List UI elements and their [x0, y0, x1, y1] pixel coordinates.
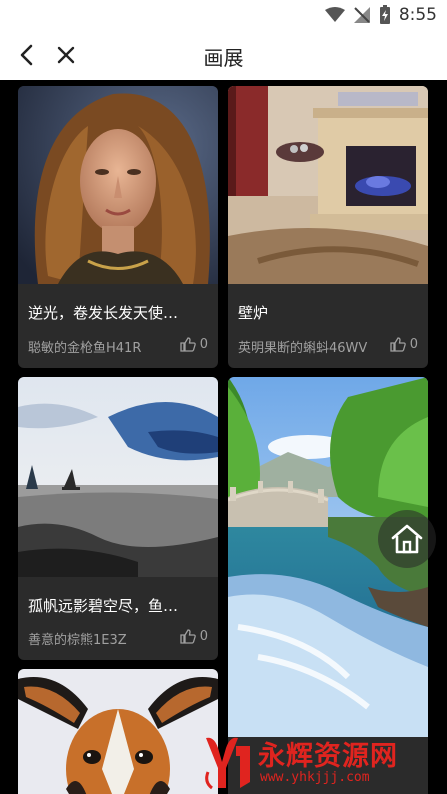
artwork-author: 英明果断的蝌蚪46WV [238, 341, 368, 356]
thumbs-up-icon [180, 629, 196, 644]
thumbs-up-icon [180, 337, 196, 352]
status-icons: 8:55 [324, 4, 437, 26]
like-count: 0 [199, 629, 208, 644]
artwork-image-portrait[interactable] [18, 86, 218, 284]
like-button[interactable]: 0 [390, 337, 418, 352]
artwork-title: 壁炉 [238, 304, 269, 322]
app-header: 画展 [0, 30, 447, 80]
artwork-author: 聪敏的金枪鱼H41R [28, 341, 142, 356]
wifi-icon [324, 7, 345, 22]
artwork-image-deer[interactable] [18, 669, 218, 794]
artwork-card-5[interactable] [18, 669, 218, 794]
thumbs-up-icon [390, 337, 406, 352]
watermark-logo-icon [205, 737, 250, 790]
no-signal-icon [353, 7, 370, 23]
status-time: 8:55 [398, 5, 437, 25]
home-button[interactable] [378, 510, 436, 568]
artwork-card-2[interactable]: 壁炉 英明果断的蝌蚪46WV 0 [228, 86, 428, 368]
gallery-grid[interactable]: 逆光，卷发长发天使… 聪敏的金枪鱼H41R 0 壁炉 英明果断的蝌蚪46WV 0… [0, 80, 447, 794]
like-button[interactable]: 0 [180, 337, 208, 352]
artwork-title: 孤帆远影碧空尽，鱼… [28, 597, 179, 615]
artwork-title: 逆光，卷发长发天使… [28, 304, 179, 322]
home-icon [391, 524, 423, 554]
watermark-brand: 永辉资源网 [258, 741, 398, 772]
artwork-card-3[interactable]: 孤帆远影碧空尽，鱼… 善意的棕熊1E3Z 0 [18, 377, 218, 660]
status-bar: 8:55 [0, 0, 447, 30]
like-count: 0 [199, 337, 208, 352]
artwork-card-1[interactable]: 逆光，卷发长发天使… 聪敏的金枪鱼H41R 0 [18, 86, 218, 368]
artwork-image-sailboats[interactable] [18, 377, 218, 577]
watermark-url: www.yhkjjj.com [260, 770, 370, 785]
like-button[interactable]: 0 [180, 629, 208, 644]
like-count: 0 [409, 337, 418, 352]
artwork-author: 善意的棕熊1E3Z [28, 633, 127, 648]
watermark: 永辉资源网 www.yhkjjj.com [200, 730, 447, 794]
page-title: 画展 [203, 46, 244, 70]
artwork-image-fireplace[interactable] [228, 86, 428, 284]
battery-charging-icon [379, 5, 390, 24]
